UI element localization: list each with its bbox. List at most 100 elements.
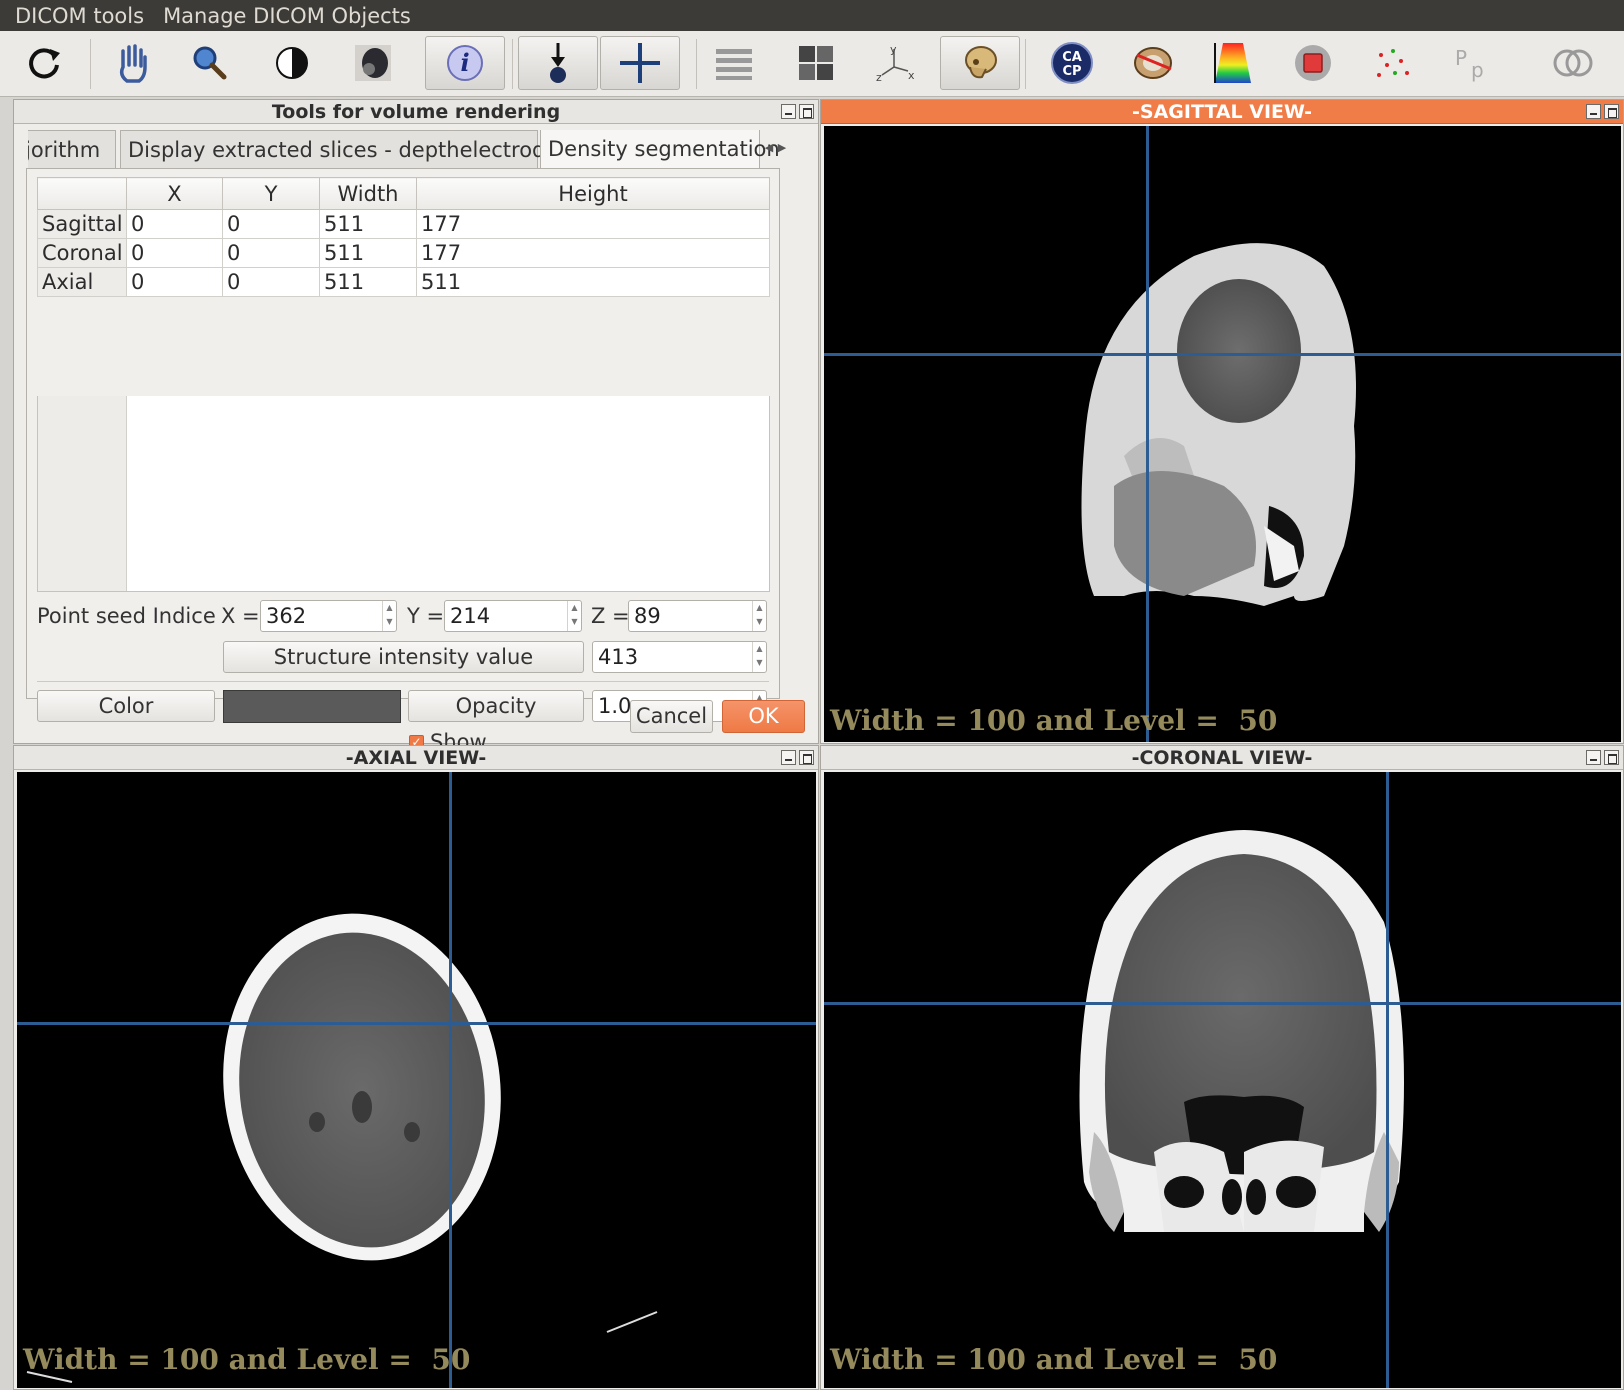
menu-dicom-tools[interactable]: DICOM tools <box>15 4 144 28</box>
horizontal-crosshair[interactable] <box>824 353 1621 356</box>
maximize-icon[interactable] <box>799 104 814 119</box>
tools-panel-title: Tools for volume rendering <box>14 100 818 124</box>
table-cell[interactable]: 0 <box>126 209 223 239</box>
coronal-view-panel: -CORONAL VIEW- Width = 100 and Level = 5… <box>820 745 1624 1390</box>
brain-electrode-icon[interactable] <box>1125 36 1181 90</box>
structure-intensity-button[interactable]: Structure intensity value <box>223 641 584 673</box>
coronal-image-viewport[interactable]: Width = 100 and Level = 50 <box>824 772 1621 1388</box>
maximize-icon[interactable] <box>799 750 814 765</box>
cancel-button[interactable]: Cancel <box>630 700 713 733</box>
pp-icon[interactable]: Pp <box>1445 36 1501 90</box>
color-map-icon[interactable] <box>1205 36 1261 90</box>
skull-icon[interactable] <box>940 36 1020 90</box>
point-cloud-icon[interactable] <box>1365 36 1421 90</box>
vertical-crosshair[interactable] <box>1386 772 1389 1388</box>
table-row[interactable]: Sagittal 0 0 511 177 <box>37 209 770 239</box>
seed-y-input[interactable]: 214 ▲ ▼ <box>444 600 582 632</box>
minimize-icon[interactable] <box>781 750 796 765</box>
grid-layout-icon[interactable] <box>788 36 844 90</box>
head-render-icon[interactable] <box>345 36 401 90</box>
table-cell[interactable]: 511 <box>319 209 417 239</box>
maximize-icon[interactable] <box>1604 104 1619 119</box>
row-label-coronal: Coronal <box>37 238 127 268</box>
table-cell[interactable]: 511 <box>416 267 770 297</box>
contrast-icon[interactable] <box>264 36 320 90</box>
seed-x-label: X = <box>221 604 260 628</box>
table-cell[interactable]: 0 <box>222 238 320 268</box>
crosshair-icon[interactable] <box>600 36 680 90</box>
table-header-width[interactable]: Width <box>319 177 417 210</box>
menu-manage-dicom-objects[interactable]: Manage DICOM Objects <box>163 4 411 28</box>
density-segmentation-pane: X Y Width Height Sagittal 0 0 511 177 Co… <box>26 168 780 754</box>
opacity-button[interactable]: Opacity <box>408 690 584 722</box>
seed-x-value: 362 <box>266 604 307 628</box>
overlay-rings-icon[interactable] <box>1545 36 1601 90</box>
toolbar-separator <box>512 39 513 89</box>
axial-view-panel: -AXIAL VIEW- Width = 100 and Level = 50 <box>13 745 819 1390</box>
svg-text:z: z <box>876 71 882 83</box>
axial-image-viewport[interactable]: Width = 100 and Level = 50 <box>17 772 816 1388</box>
info-icon[interactable]: i <box>425 36 505 90</box>
toolbar-separator <box>90 39 91 89</box>
row-label-axial: Axial <box>37 267 127 297</box>
table-header-x[interactable]: X <box>126 177 223 210</box>
axes-icon[interactable]: yx z <box>868 36 924 90</box>
tab-scroll-left-icon[interactable]: ◀ <box>763 130 775 166</box>
opacity-value: 1.0 <box>598 694 632 718</box>
table-cell[interactable]: 177 <box>416 238 770 268</box>
spin-arrows-icon[interactable]: ▲▼ <box>567 601 581 631</box>
ca-label: CA <box>1062 50 1082 65</box>
svg-text:P: P <box>1455 46 1467 70</box>
table-cell[interactable]: 0 <box>222 267 320 297</box>
table-row[interactable]: Axial 0 0 511 511 <box>37 267 770 297</box>
table-cell[interactable]: 0 <box>126 238 223 268</box>
svg-text:x: x <box>908 69 915 82</box>
spin-arrows-icon[interactable]: ▲▼ <box>382 601 396 631</box>
refresh-icon[interactable] <box>16 36 72 90</box>
seed-y-label: Y = <box>407 604 445 628</box>
tab-scroll-right-icon[interactable]: ▶ <box>776 130 788 166</box>
horizontal-crosshair[interactable] <box>17 1022 816 1025</box>
sagittal-image-viewport[interactable]: Width = 100 and Level = 50 <box>824 126 1621 742</box>
seed-z-label: Z = <box>591 604 630 628</box>
ok-button[interactable]: OK <box>722 700 805 733</box>
table-cell[interactable]: 511 <box>319 238 417 268</box>
svg-text:y: y <box>890 43 897 56</box>
horizontal-crosshair[interactable] <box>824 1002 1621 1005</box>
intensity-value: 413 <box>598 645 639 669</box>
stop-icon[interactable] <box>1285 36 1341 90</box>
spin-arrows-icon[interactable]: ▲▼ <box>752 642 766 672</box>
table-header-y[interactable]: Y <box>222 177 320 210</box>
table-cell[interactable]: 511 <box>319 267 417 297</box>
coronal-window-buttons <box>1586 750 1619 765</box>
minimize-icon[interactable] <box>1586 750 1601 765</box>
seed-x-input[interactable]: 362 ▲ ▼ <box>260 600 397 632</box>
layers-icon[interactable] <box>706 36 762 90</box>
intensity-value-input[interactable]: 413 ▲ ▼ <box>592 641 767 673</box>
vertical-crosshair[interactable] <box>449 772 452 1388</box>
table-row[interactable]: Coronal 0 0 511 177 <box>37 238 770 268</box>
maximize-icon[interactable] <box>1604 750 1619 765</box>
table-cell[interactable]: 0 <box>222 209 320 239</box>
tab-algorithm[interactable]: jorithm <box>28 130 116 170</box>
seed-y-value: 214 <box>450 604 491 628</box>
hand-pan-icon[interactable] <box>105 36 161 90</box>
axial-ct-image <box>26 913 658 1383</box>
zoom-icon[interactable] <box>182 36 238 90</box>
color-swatch[interactable] <box>223 690 401 723</box>
minimize-icon[interactable] <box>1586 104 1601 119</box>
divider <box>37 681 769 682</box>
tab-display-extracted-slices[interactable]: Display extracted slices - depthelectrod… <box>120 130 569 170</box>
seed-point-icon[interactable] <box>518 36 598 90</box>
minimize-icon[interactable] <box>781 104 796 119</box>
ca-cp-icon[interactable]: CA CP <box>1044 36 1100 90</box>
table-cell[interactable]: 177 <box>416 209 770 239</box>
table-header-height[interactable]: Height <box>416 177 770 210</box>
vertical-crosshair[interactable] <box>1146 126 1149 742</box>
color-button[interactable]: Color <box>37 690 215 722</box>
window-level-text: Width = 100 and Level = 50 <box>830 704 1278 737</box>
seed-z-input[interactable]: 89 ▲ ▼ <box>628 600 767 632</box>
tab-density-segmentation[interactable]: Density segmentation <box>540 130 780 170</box>
table-cell[interactable]: 0 <box>126 267 223 297</box>
spin-arrows-icon[interactable]: ▲▼ <box>752 601 766 631</box>
